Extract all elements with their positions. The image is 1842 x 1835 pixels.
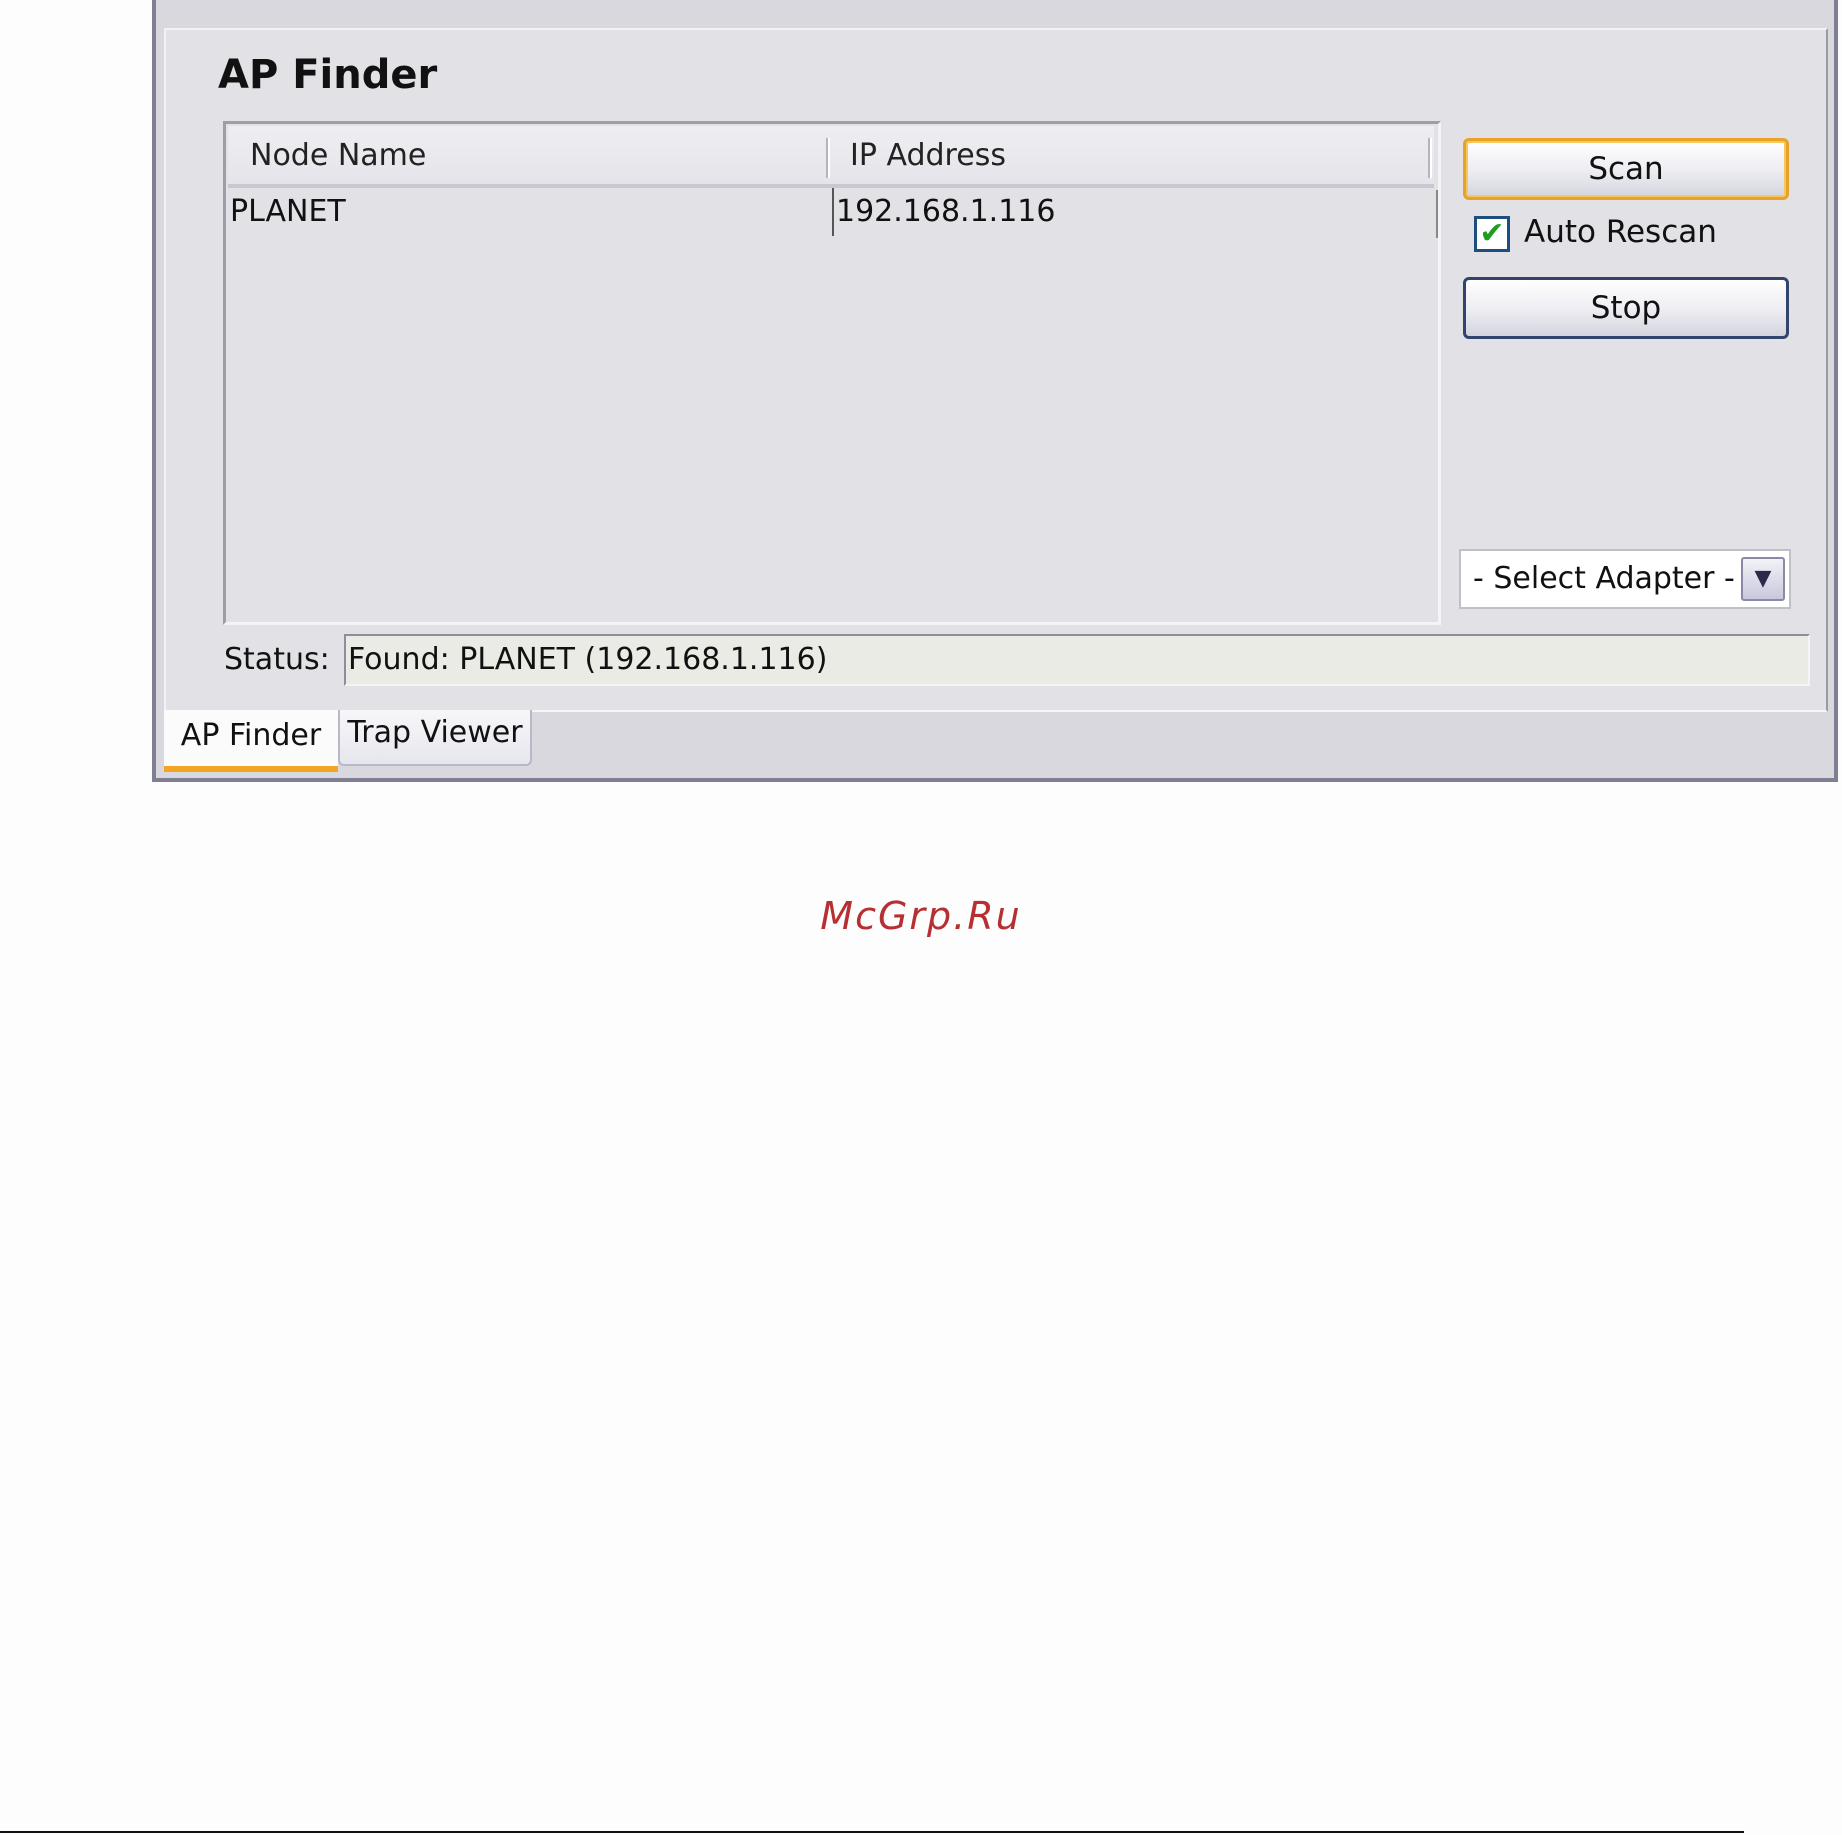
- stop-button[interactable]: Stop: [1463, 277, 1789, 339]
- tab-ap-finder[interactable]: AP Finder: [164, 710, 338, 772]
- tab-trap-viewer[interactable]: Trap Viewer: [338, 710, 532, 766]
- chevron-down-icon[interactable]: ▼: [1741, 557, 1785, 601]
- checkmark-icon[interactable]: ✔: [1474, 216, 1510, 252]
- row-scroll-marker: [1436, 190, 1438, 238]
- node-name-cell: PLANET: [230, 194, 346, 229]
- column-header-ip-address[interactable]: IP Address: [850, 138, 1006, 173]
- footer-divider: [0, 1831, 1744, 1833]
- adapter-select-value[interactable]: - Select Adapter -: [1473, 561, 1735, 596]
- adapter-select[interactable]: - Select Adapter - ▼: [1459, 549, 1791, 609]
- column-header-node-name[interactable]: Node Name: [250, 138, 426, 173]
- ap-finder-window: AP Finder Node Name IP Address PLANET 19…: [152, 0, 1838, 782]
- auto-rescan-label[interactable]: Auto Rescan: [1524, 214, 1717, 250]
- table-row[interactable]: PLANET 192.168.1.116: [228, 188, 1434, 240]
- status-field: Found: PLANET (192.168.1.116): [344, 634, 1810, 686]
- cell-divider: [832, 188, 834, 236]
- ip-address-cell: 192.168.1.116: [836, 194, 1056, 229]
- scan-button[interactable]: Scan: [1463, 138, 1789, 200]
- node-table: Node Name IP Address PLANET 192.168.1.11…: [223, 121, 1441, 625]
- ap-finder-panel: AP Finder Node Name IP Address PLANET 19…: [164, 28, 1828, 712]
- status-label: Status:: [224, 642, 330, 677]
- status-value: Found: PLANET (192.168.1.116): [348, 642, 828, 677]
- column-divider[interactable]: [826, 138, 830, 178]
- table-header: Node Name IP Address: [228, 126, 1434, 188]
- panel-title: AP Finder: [218, 52, 438, 98]
- column-divider[interactable]: [1428, 138, 1432, 178]
- watermark-text: McGrp.Ru: [820, 894, 1022, 938]
